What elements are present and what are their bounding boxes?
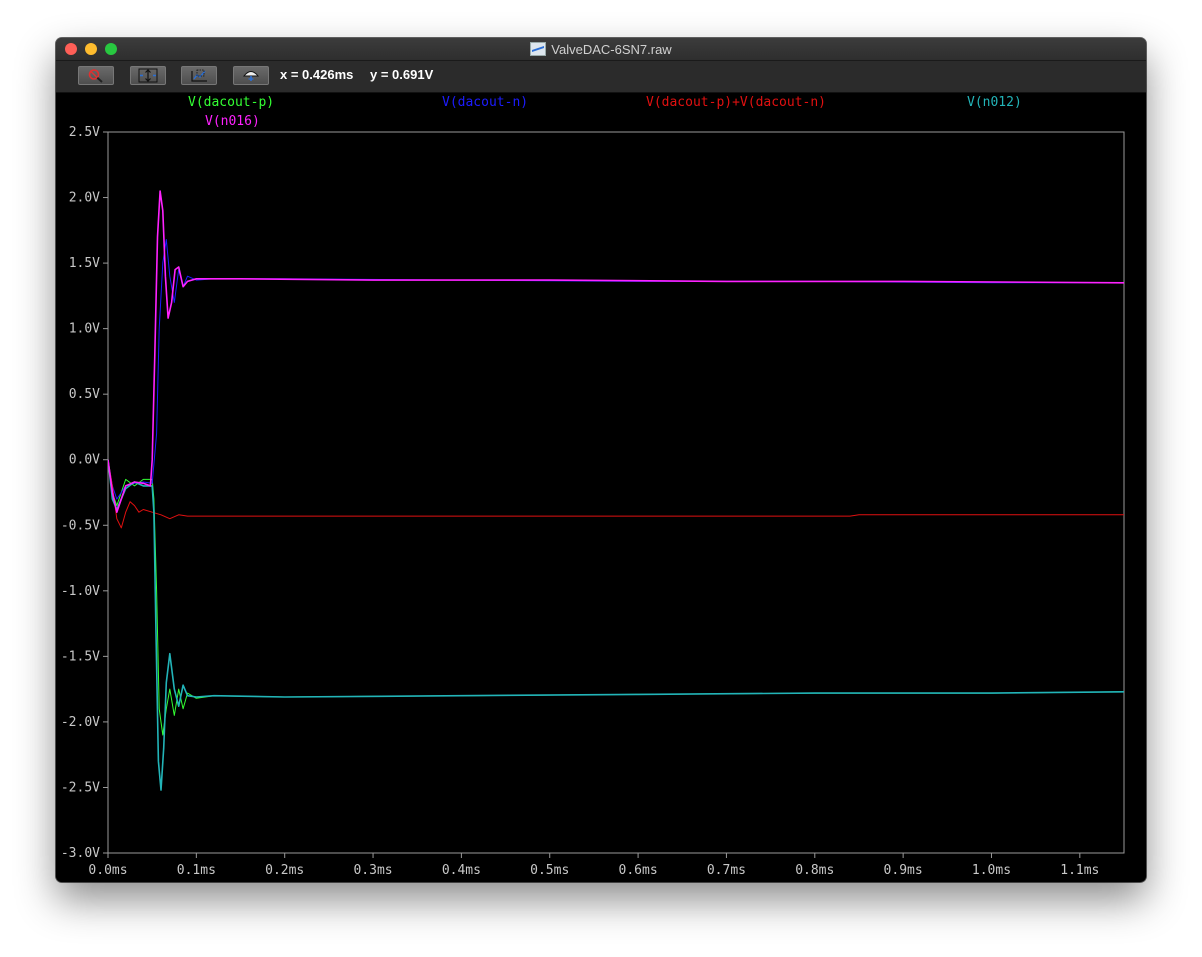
umbrella-icon (242, 71, 260, 81)
y-tick-label: -2.5V (61, 780, 100, 795)
pan-button[interactable] (233, 66, 269, 85)
zoom-rect-icon (191, 69, 207, 82)
x-tick-label: 0.7ms (707, 863, 746, 878)
waveform-chart[interactable]: 2.5V 2.0V 1.5V 1.0V 0.5V 0.0V -0.5V -1.0V -1.5V -… (56, 93, 1146, 882)
y-tick-label: -3.0V (61, 846, 100, 861)
y-tick-label: -1.5V (61, 649, 100, 664)
zoom-rect-button[interactable] (181, 66, 217, 85)
y-tick-label: -2.0V (61, 715, 100, 730)
title-bar[interactable]: ValveDAC-6SN7.raw (56, 38, 1146, 61)
waveform-file-icon (530, 42, 547, 56)
y-tick-label: -1.0V (61, 584, 100, 599)
cursor-x-readout: x = 0.426ms (280, 67, 354, 82)
trace-n016[interactable] (108, 190, 1124, 513)
plot-frame (107, 131, 1125, 854)
toolbar: x = 0.426ms y = 0.691V (56, 61, 1146, 93)
x-tick-label: 0.9ms (884, 863, 923, 878)
x-tick-label: 0.1ms (177, 863, 216, 878)
autorange-icon (138, 68, 158, 83)
x-tick-label: 0.8ms (795, 863, 834, 878)
x-tick-label: 1.1ms (1060, 863, 1099, 878)
zoom-tool-button[interactable] (78, 66, 114, 85)
window-title: ValveDAC-6SN7.raw (551, 41, 672, 57)
x-tick-label: 0.6ms (619, 863, 658, 878)
trace-sum[interactable] (108, 459, 1124, 529)
y-tick-label: 0.5V (69, 387, 100, 402)
trace-n012[interactable] (108, 459, 1124, 791)
y-tick-label: -0.5V (61, 518, 100, 533)
plot-pane[interactable]: V(dacout-p) V(dacout-n) V(dacout-p)+V(da… (56, 93, 1146, 882)
y-tick-label: 1.5V (69, 256, 100, 271)
cursor-y-readout: y = 0.691V (370, 67, 434, 82)
x-tick-label: 0.4ms (442, 863, 481, 878)
x-tick-label: 0.0ms (88, 863, 127, 878)
x-tick-label: 0.5ms (530, 863, 569, 878)
x-tick-label: 0.2ms (265, 863, 304, 878)
x-tick-label: 1.0ms (972, 863, 1011, 878)
waveform-window: ValveDAC-6SN7.raw x = 0.426ms y = 0.691V… (56, 38, 1146, 882)
autorange-y-button[interactable] (130, 66, 166, 85)
x-tick-label: 0.3ms (353, 863, 392, 878)
y-tick-label: 0.0V (69, 453, 100, 468)
y-tick-label: 1.0V (69, 322, 100, 337)
zoom-cancel-icon (88, 69, 103, 83)
y-tick-label: 2.0V (69, 191, 100, 206)
y-tick-label: 2.5V (69, 125, 100, 140)
